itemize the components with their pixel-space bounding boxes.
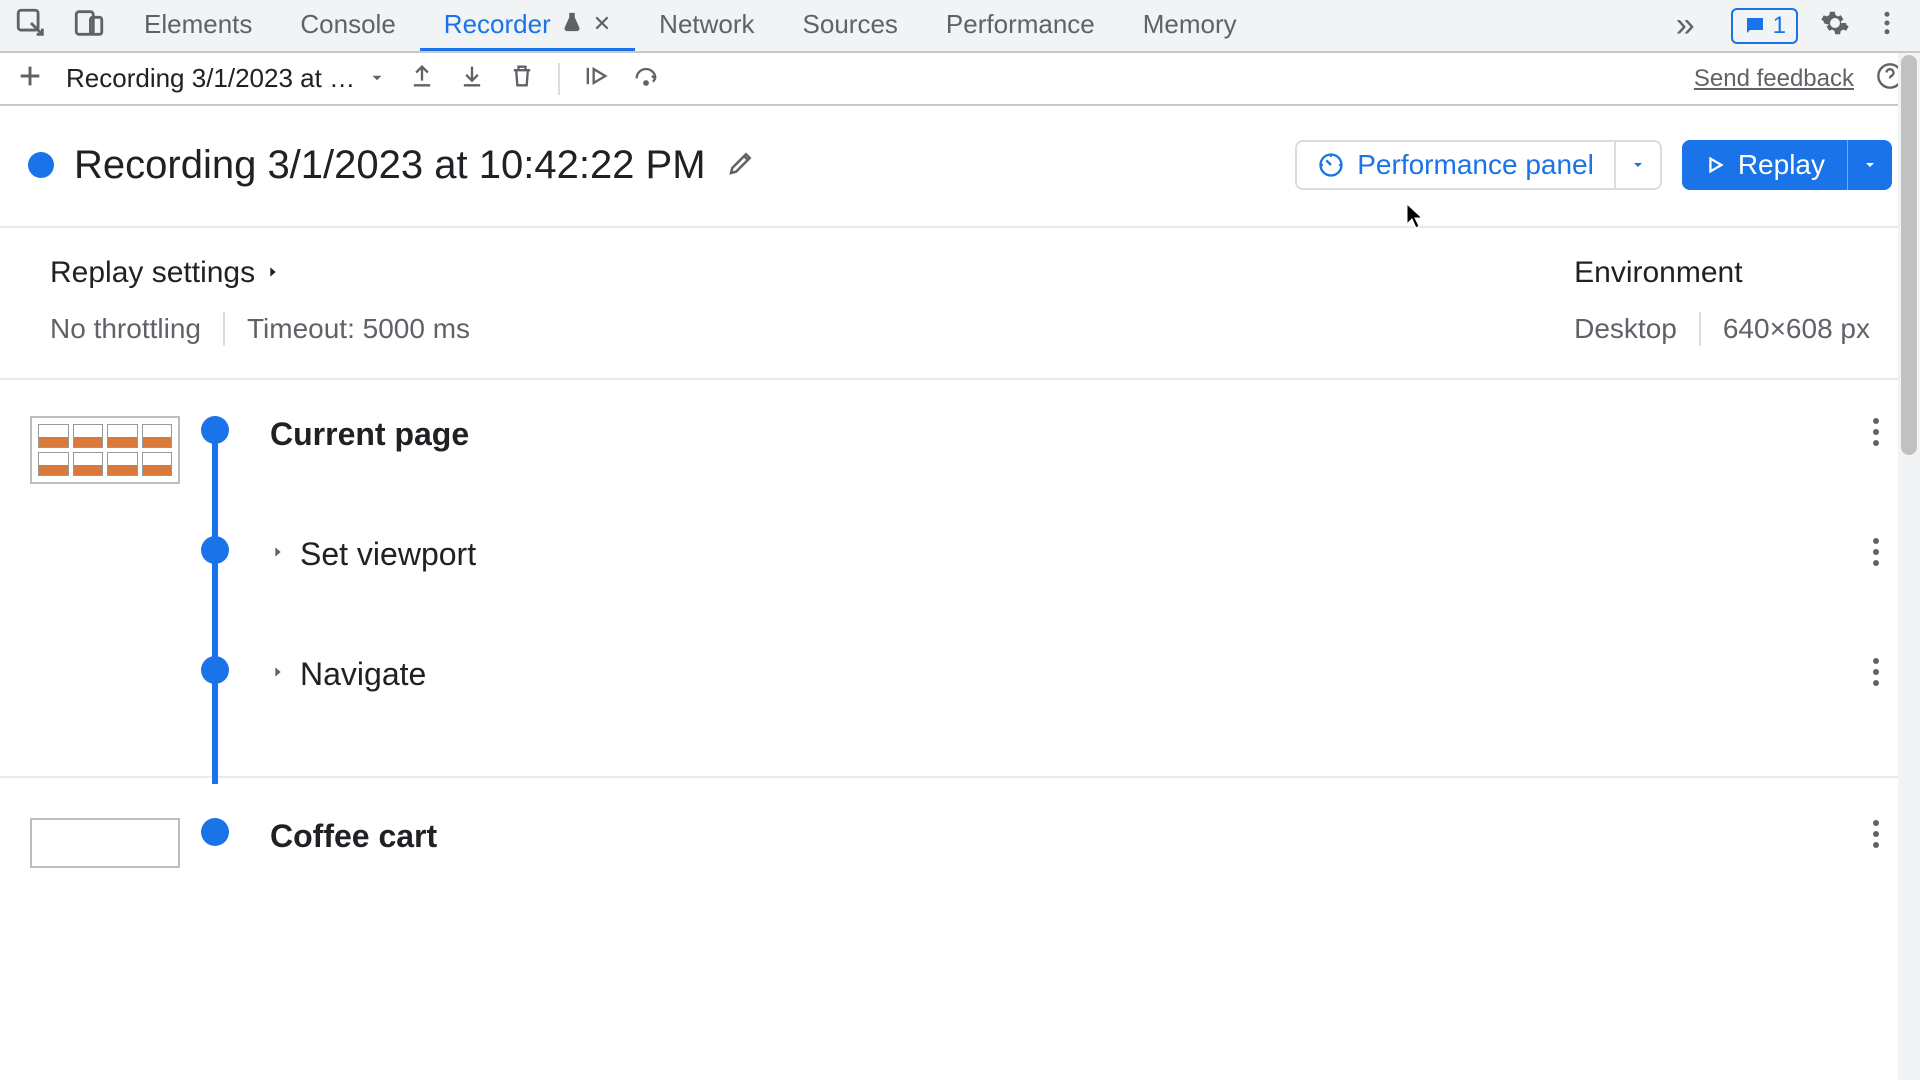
replay-dropdown[interactable]: [1847, 140, 1892, 190]
recording-selector[interactable]: Recording 3/1/2023 at 10…: [66, 63, 386, 94]
import-button[interactable]: [458, 62, 486, 95]
chevron-right-icon[interactable]: [270, 662, 286, 687]
tab-elements[interactable]: Elements: [120, 0, 276, 51]
cursor-icon: [1405, 202, 1425, 230]
replay-settings-heading[interactable]: Replay settings: [50, 256, 470, 290]
scrollbar-thumb[interactable]: [1901, 55, 1917, 455]
timeout-value: Timeout: 5000 ms: [247, 313, 470, 345]
step-title[interactable]: Coffee cart: [270, 818, 437, 855]
scrollbar[interactable]: [1898, 53, 1920, 1080]
step-menu-button[interactable]: [1872, 537, 1880, 572]
step-bullet: [201, 416, 229, 444]
issues-badge[interactable]: 1: [1731, 8, 1798, 44]
chevron-right-icon[interactable]: [270, 542, 286, 567]
divider: [558, 63, 560, 95]
tab-recorder[interactable]: Recorder ✕: [420, 0, 635, 51]
step-menu-button[interactable]: [1872, 417, 1880, 452]
tab-console[interactable]: Console: [276, 0, 419, 51]
tab-network[interactable]: Network: [635, 0, 778, 51]
export-button[interactable]: [408, 62, 436, 95]
step-thumbnail[interactable]: [30, 416, 180, 484]
replay-button[interactable]: Replay: [1682, 140, 1892, 190]
step-play-button[interactable]: [582, 62, 610, 95]
delete-button[interactable]: [508, 62, 536, 95]
inspect-icon[interactable]: [14, 6, 48, 45]
step-row: Navigate: [30, 656, 1880, 724]
tab-memory[interactable]: Memory: [1119, 0, 1261, 51]
step-bullet: [201, 656, 229, 684]
step-row: Coffee cart: [30, 818, 1880, 868]
recording-selector-label: Recording 3/1/2023 at 10…: [66, 63, 356, 94]
tab-performance[interactable]: Performance: [922, 0, 1119, 51]
step-menu-button[interactable]: [1872, 819, 1880, 854]
step-menu-button[interactable]: [1872, 657, 1880, 692]
close-icon[interactable]: ✕: [593, 11, 611, 37]
gear-icon[interactable]: [1820, 8, 1850, 43]
more-tabs-button[interactable]: »: [1658, 0, 1713, 51]
performance-panel-dropdown[interactable]: [1614, 142, 1660, 188]
edit-icon[interactable]: [726, 148, 756, 183]
devtools-tabbar: Elements Console Recorder ✕ Network Sour…: [0, 0, 1920, 53]
recorder-toolbar: Recording 3/1/2023 at 10… Send feedback: [0, 53, 1920, 106]
performance-panel-button[interactable]: Performance panel: [1295, 140, 1662, 190]
settings-row: Replay settings No throttling Timeout: 5…: [0, 228, 1920, 380]
group-separator: [0, 776, 1920, 778]
step-title[interactable]: Navigate: [300, 656, 426, 693]
step-thumbnail[interactable]: [30, 818, 180, 868]
step-row: Set viewport: [30, 536, 1880, 604]
flask-icon: [561, 9, 583, 40]
send-feedback-link[interactable]: Send feedback: [1694, 65, 1854, 93]
throttling-value: No throttling: [50, 313, 201, 345]
step-bullet: [201, 536, 229, 564]
tab-sources[interactable]: Sources: [779, 0, 922, 51]
environment-size: 640×608 px: [1723, 313, 1870, 345]
step-title[interactable]: Set viewport: [300, 536, 476, 573]
chevron-right-icon: [265, 256, 281, 290]
recording-title: Recording 3/1/2023 at 10:42:22 PM: [74, 143, 706, 188]
status-dot: [28, 152, 54, 178]
step-title[interactable]: Current page: [270, 416, 469, 453]
device-toolbar-icon[interactable]: [72, 6, 106, 45]
recording-header: Recording 3/1/2023 at 10:42:22 PM Perfor…: [0, 106, 1920, 228]
step-over-button[interactable]: [632, 62, 660, 95]
environment-heading: Environment: [1574, 256, 1870, 290]
step-bullet: [201, 818, 229, 846]
step-row: Current page: [30, 416, 1880, 484]
new-recording-button[interactable]: [16, 62, 44, 95]
chevron-down-icon: [368, 63, 386, 94]
kebab-icon[interactable]: [1872, 8, 1902, 43]
environment-device: Desktop: [1574, 313, 1677, 345]
steps-list: Current page Set viewport Navigate Coffe…: [0, 380, 1920, 868]
